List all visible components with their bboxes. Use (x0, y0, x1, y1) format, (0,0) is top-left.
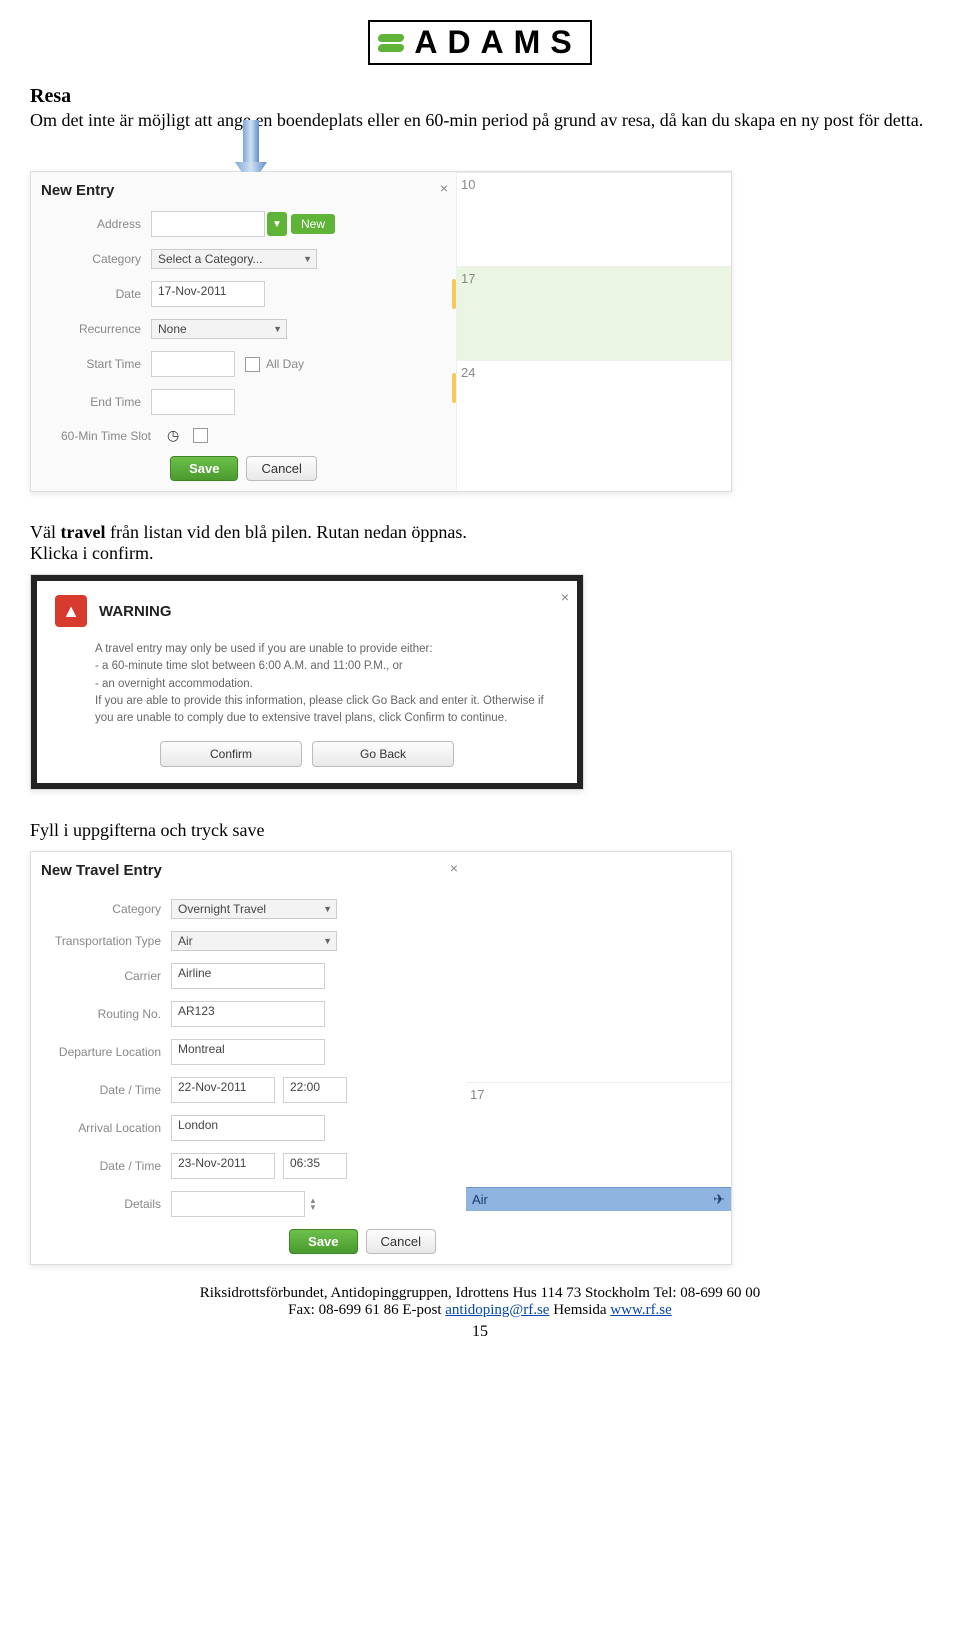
go-back-button[interactable]: Go Back (312, 741, 454, 767)
label-routing: Routing No. (41, 1007, 171, 1021)
dep-date-input[interactable]: 22-Nov-2011 (171, 1077, 275, 1103)
cancel-button[interactable]: Cancel (366, 1229, 436, 1254)
slot-checkbox[interactable] (193, 428, 208, 443)
label-departure: Departure Location (41, 1045, 171, 1059)
routing-input[interactable]: AR123 (171, 1001, 325, 1027)
warning-title: WARNING (99, 603, 172, 620)
logo-pills-icon (378, 34, 404, 52)
carrier-input[interactable]: Airline (171, 963, 325, 989)
start-time-input[interactable] (151, 351, 235, 377)
chevron-down-icon: ▼ (323, 936, 332, 946)
save-button[interactable]: Save (170, 456, 238, 481)
recurrence-select[interactable]: None ▼ (151, 319, 287, 339)
label-arrival: Arrival Location (41, 1121, 171, 1135)
form-title: New Entry (41, 182, 446, 199)
label-category: Category (41, 902, 171, 916)
chevron-down-icon: ▼ (273, 324, 282, 334)
arr-time-input[interactable]: 06:35 (283, 1153, 347, 1179)
new-entry-form: New Entry × Address ▼ New Category Selec… (31, 172, 457, 491)
details-input[interactable] (171, 1191, 305, 1217)
calendar-side: 17 Air ✈ (466, 852, 731, 1264)
dep-time-input[interactable]: 22:00 (283, 1077, 347, 1103)
airplane-icon: ✈ (713, 1191, 725, 1208)
cancel-button[interactable]: Cancel (246, 456, 316, 481)
chevron-down-icon: ▼ (303, 254, 312, 264)
transport-select[interactable]: Air ▼ (171, 931, 337, 951)
travel-entry-form: New Travel Entry × Category Overnight Tr… (31, 852, 466, 1264)
calendar-cell-24: 24 (457, 360, 731, 454)
close-icon[interactable]: × (561, 589, 569, 605)
departure-input[interactable]: Montreal (171, 1039, 325, 1065)
travel-entry-screenshot: New Travel Entry × Category Overnight Tr… (30, 851, 732, 1265)
confirm-button[interactable]: Confirm (160, 741, 302, 767)
label-transport: Transportation Type (41, 934, 171, 948)
label-start-time: Start Time (41, 357, 151, 371)
warning-icon: ▲ (55, 595, 87, 627)
calendar-cell-17: 17 Air ✈ (466, 1082, 731, 1211)
address-input[interactable] (151, 211, 265, 237)
label-recurrence: Recurrence (41, 322, 151, 336)
warning-screenshot: × ▲ WARNING A travel entry may only be u… (30, 574, 584, 790)
new-entry-screenshot: New Entry × Address ▼ New Category Selec… (30, 171, 732, 492)
end-time-input[interactable] (151, 389, 235, 415)
all-day-checkbox[interactable] (245, 357, 260, 372)
date-input[interactable]: 17-Nov-2011 (151, 281, 265, 307)
calendar-side: 10 17 24 (457, 172, 731, 491)
all-day-label: All Day (266, 357, 304, 371)
label-dep-datetime: Date / Time (41, 1083, 171, 1097)
close-icon[interactable]: × (450, 860, 458, 876)
page-number: 15 (30, 1323, 930, 1341)
logo-text: ADAMS (414, 24, 581, 61)
address-dropdown-button[interactable]: ▼ (267, 212, 287, 236)
arrival-input[interactable]: London (171, 1115, 325, 1141)
save-button[interactable]: Save (289, 1229, 357, 1254)
category-select[interactable]: Select a Category... ▼ (151, 249, 317, 269)
label-category: Category (41, 252, 151, 266)
chevron-down-icon: ▼ (323, 904, 332, 914)
label-address: Address (41, 217, 151, 231)
warning-body: A travel entry may only be used if you a… (95, 641, 559, 727)
body-text-1: Om det inte är möjligt att ange en boend… (30, 110, 930, 131)
calendar-cell-10: 10 (457, 172, 731, 266)
adams-logo: ADAMS (30, 20, 930, 65)
label-details: Details (41, 1197, 171, 1211)
label-carrier: Carrier (41, 969, 171, 983)
label-date: Date (41, 287, 151, 301)
label-arr-datetime: Date / Time (41, 1159, 171, 1173)
air-chip[interactable]: Air ✈ (466, 1187, 731, 1211)
clock-icon: ◷ (167, 427, 179, 444)
page-footer: Riksidrottsförbundet, Antidopinggruppen,… (30, 1285, 930, 1319)
category-select[interactable]: Overnight Travel ▼ (171, 899, 337, 919)
label-end-time: End Time (41, 395, 151, 409)
section-title-resa: Resa (30, 85, 930, 108)
arr-date-input[interactable]: 23-Nov-2011 (171, 1153, 275, 1179)
label-slot: 60-Min Time Slot (41, 429, 161, 443)
close-icon[interactable]: × (440, 180, 448, 196)
form-title: New Travel Entry (41, 862, 456, 879)
site-link[interactable]: www.rf.se (610, 1302, 672, 1318)
stepper-icon[interactable]: ▲▼ (309, 1197, 317, 1211)
calendar-cell-17: 17 (457, 266, 731, 360)
body-text-2a: Väl travel från listan vid den blå pilen… (30, 522, 467, 542)
new-button[interactable]: New (291, 214, 335, 234)
email-link[interactable]: antidoping@rf.se (445, 1302, 549, 1318)
body-text-3: Fyll i uppgifterna och tryck save (30, 820, 930, 841)
body-text-2b: Klicka i confirm. (30, 543, 153, 563)
